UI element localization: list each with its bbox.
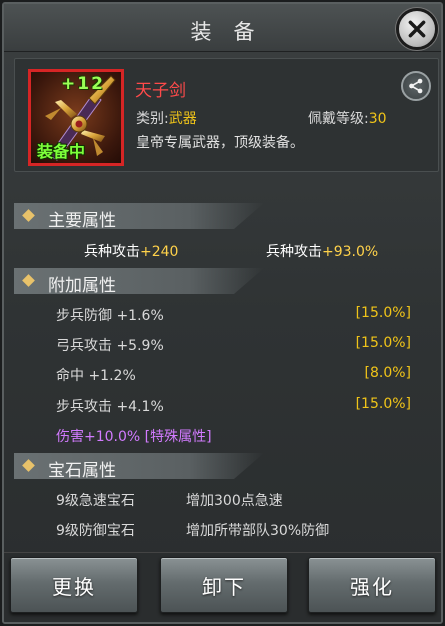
equipped-badge: 装备中 xyxy=(37,142,86,161)
replace-button[interactable]: 更换 xyxy=(10,557,138,613)
gem-effect: 增加所带部队30%防御 xyxy=(186,523,330,539)
item-info-card: +12 装备中 天子剑 类别:武器 佩戴等级:30 皇帝专属武器，顶级装备。 xyxy=(14,58,439,172)
enhance-level: +12 xyxy=(61,74,105,94)
item-level-label: 佩戴等级: xyxy=(308,111,369,127)
item-icon-slot[interactable]: +12 装备中 xyxy=(28,69,124,166)
item-level-value: 30 xyxy=(368,111,387,127)
main-stat: 兵种攻击+93.0% xyxy=(266,241,378,261)
equipment-panel: 装备 +12 装备中 天子剑 类别:武器 佩戴等级:30 皇帝专属武器，顶级装备… xyxy=(2,2,443,624)
close-button[interactable] xyxy=(396,8,438,50)
stat-name: 兵种攻击 xyxy=(84,244,140,260)
item-required-level: 佩戴等级:30 xyxy=(308,108,387,128)
enhance-button[interactable]: 强化 xyxy=(308,557,436,613)
stat-value: +93.0% xyxy=(322,244,379,260)
extra-stat: 步兵防御 +1.6% xyxy=(56,308,164,324)
item-type: 类别:武器 xyxy=(136,108,197,128)
extra-stat: 命中 +1.2% xyxy=(56,368,136,384)
extra-stat-max: [15.0%] xyxy=(355,335,411,351)
section-title: 宝石属性 xyxy=(48,461,116,481)
extra-stat: 弓兵攻击 +5.9% xyxy=(56,338,164,354)
action-bar: 更换 卸下 强化 xyxy=(4,552,441,622)
close-icon xyxy=(408,20,426,38)
section-extra-attributes: 附加属性 xyxy=(14,268,264,294)
diamond-icon xyxy=(22,209,35,222)
share-icon xyxy=(409,78,423,94)
section-gem-attributes: 宝石属性 xyxy=(14,453,264,479)
extra-stat: 步兵攻击 +4.1% xyxy=(56,399,164,415)
extra-stat-max: [15.0%] xyxy=(355,396,411,412)
main-stat: 兵种攻击+240 xyxy=(84,241,178,261)
gem-effect: 增加300点急速 xyxy=(186,493,283,509)
diamond-icon xyxy=(22,274,35,287)
section-title: 主要属性 xyxy=(48,211,116,231)
unequip-button[interactable]: 卸下 xyxy=(160,557,288,613)
gem-name: 9级急速宝石 xyxy=(56,493,135,509)
diamond-icon xyxy=(22,459,35,472)
window-title: 装备 xyxy=(190,20,277,44)
item-description: 皇帝专属武器，顶级装备。 xyxy=(136,135,304,151)
section-main-attributes: 主要属性 xyxy=(14,203,264,229)
extra-stat-max: [15.0%] xyxy=(355,305,411,321)
title-bar: 装备 xyxy=(4,4,441,52)
item-type-value: 武器 xyxy=(168,111,197,127)
stat-value: +240 xyxy=(140,244,179,260)
share-button[interactable] xyxy=(401,71,431,101)
item-type-label: 类别: xyxy=(136,111,169,127)
special-stat: 伤害+10.0% [特殊属性] xyxy=(56,429,212,445)
extra-stat-max: [8.0%] xyxy=(364,365,412,381)
section-title: 附加属性 xyxy=(48,276,116,296)
item-name: 天子剑 xyxy=(135,81,186,101)
stat-name: 兵种攻击 xyxy=(266,244,322,260)
gem-name: 9级防御宝石 xyxy=(56,523,135,539)
